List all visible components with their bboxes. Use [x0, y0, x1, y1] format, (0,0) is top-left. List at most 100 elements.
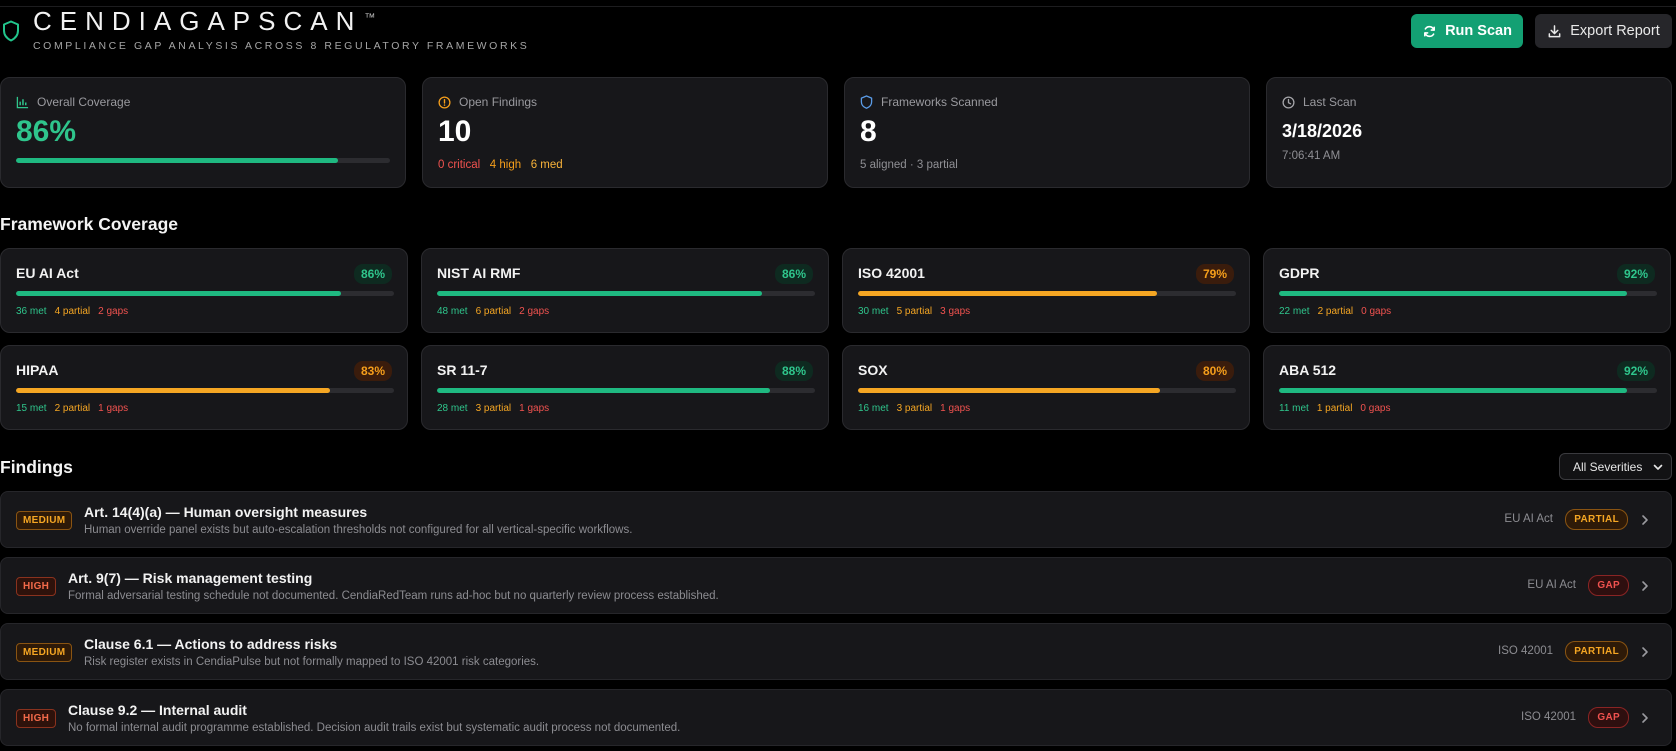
framework-progress-fill — [858, 291, 1157, 296]
severity-badge: MEDIUM — [16, 643, 73, 662]
last-scan-heading: Last Scan — [1282, 95, 1356, 109]
open-findings-heading: Open Findings — [438, 95, 537, 109]
framework-card[interactable]: EU AI Act 86% 36 met 4 partial 2 gaps — [0, 248, 408, 333]
shield-logo-icon — [3, 20, 19, 42]
severity-badge: HIGH — [16, 577, 57, 596]
framework-progress-fill — [437, 388, 770, 393]
frameworks-scanned-value: 8 — [860, 115, 877, 148]
finding-row[interactable]: MEDIUM Clause 6.1 — Actions to address ri… — [0, 623, 1672, 680]
severity-badge: HIGH — [16, 709, 57, 728]
framework-card[interactable]: NIST AI RMF 86% 48 met 6 partial 2 gaps — [421, 248, 829, 333]
open-findings-label: Open Findings — [459, 95, 538, 109]
finding-row[interactable]: MEDIUM Art. 14(4)(a) — Human oversight me… — [0, 491, 1672, 548]
framework-progress-bar — [437, 388, 815, 393]
framework-progress-bar — [858, 388, 1236, 393]
partial-count: 5 partial — [896, 306, 933, 317]
framework-percent-badge: 86% — [353, 264, 392, 284]
framework-percent-badge: 83% — [353, 361, 392, 381]
gaps-count: 2 gaps — [519, 306, 550, 317]
gaps-count: 0 gaps — [1360, 403, 1391, 414]
framework-card[interactable]: SR 11-7 88% 28 met 3 partial 1 gaps — [421, 345, 829, 430]
framework-card[interactable]: HIPAA 83% 15 met 2 partial 1 gaps — [0, 345, 408, 430]
met-count: 16 met — [858, 403, 889, 414]
run-scan-button[interactable]: Run Scan — [1411, 14, 1523, 48]
medium-count: 6 med — [530, 159, 563, 171]
framework-percent-badge: 86% — [774, 264, 813, 284]
app-subtitle: COMPLIANCE GAP ANALYSIS ACROSS 8 REGULAT… — [33, 40, 530, 52]
overall-coverage-bar — [16, 158, 390, 163]
framework-counts: 16 met 3 partial 1 gaps — [858, 403, 970, 414]
framework-progress-bar — [1279, 388, 1657, 393]
framework-card[interactable]: ABA 512 92% 11 met 1 partial 0 gaps — [1263, 345, 1671, 430]
chevron-down-icon — [1653, 464, 1663, 470]
framework-counts: 15 met 2 partial 1 gaps — [16, 403, 128, 414]
met-count: 36 met — [16, 306, 47, 317]
overall-coverage-heading: Overall Coverage — [16, 95, 130, 109]
overall-coverage-label: Overall Coverage — [37, 95, 131, 109]
last-scan-time: 7:06:41 AM — [1282, 150, 1341, 162]
high-count: 4 high — [489, 159, 522, 171]
bar-chart-icon — [16, 96, 29, 108]
last-scan-card: Last Scan 3/18/2026 7:06:41 AM — [1266, 77, 1672, 188]
refresh-icon — [1424, 25, 1436, 37]
finding-status-badge: GAP — [1588, 575, 1629, 596]
finding-description: Risk register exists in CendiaPulse but … — [84, 656, 540, 668]
framework-progress-bar — [1279, 291, 1657, 296]
last-scan-label: Last Scan — [1303, 95, 1357, 109]
finding-title: Art. 14(4)(a) — Human oversight measures — [84, 504, 368, 520]
chevron-right-icon — [1642, 713, 1648, 723]
export-report-button[interactable]: Export Report — [1535, 14, 1672, 48]
gaps-count: 2 gaps — [98, 306, 129, 317]
framework-name: ABA 512 — [1279, 362, 1337, 378]
gaps-count: 1 gaps — [519, 403, 550, 414]
finding-framework: EU AI Act — [1504, 513, 1553, 525]
findings-title: Findings — [0, 457, 73, 477]
finding-description: Formal adversarial testing schedule not … — [68, 590, 719, 602]
framework-counts: 28 met 3 partial 1 gaps — [437, 403, 549, 414]
framework-percent-badge: 92% — [1616, 264, 1655, 284]
finding-status-badge: PARTIAL — [1565, 641, 1628, 662]
open-findings-card: Open Findings 10 0 critical 4 high 6 med — [422, 77, 828, 188]
overall-coverage-card: Overall Coverage 86% — [0, 77, 406, 188]
finding-framework: ISO 42001 — [1521, 711, 1576, 723]
met-count: 48 met — [437, 306, 468, 317]
finding-title: Clause 6.1 — Actions to address risks — [84, 636, 338, 652]
framework-percent-badge: 79% — [1195, 264, 1234, 284]
alert-circle-icon — [438, 95, 451, 109]
finding-row[interactable]: HIGH Art. 9(7) — Risk management testing F… — [0, 557, 1672, 614]
chevron-right-icon — [1642, 515, 1648, 525]
open-findings-value: 10 — [438, 115, 472, 148]
finding-row[interactable]: HIGH Clause 9.2 — Internal audit No formal… — [0, 689, 1672, 746]
framework-counts: 22 met 2 partial 0 gaps — [1279, 306, 1391, 317]
gaps-count: 3 gaps — [940, 306, 971, 317]
framework-progress-bar — [16, 291, 394, 296]
framework-progress-bar — [437, 291, 815, 296]
framework-card[interactable]: GDPR 92% 22 met 2 partial 0 gaps — [1263, 248, 1671, 333]
finding-description: Human override panel exists but auto-esc… — [84, 524, 633, 536]
framework-progress-bar — [16, 388, 394, 393]
shield-icon — [860, 95, 873, 109]
framework-percent-badge: 80% — [1195, 361, 1234, 381]
framework-name: SOX — [858, 362, 888, 378]
framework-name: HIPAA — [16, 362, 59, 378]
app-title: CENDIAGAPSCAN ™ — [33, 6, 376, 37]
findings-severity-breakdown: 0 critical 4 high 6 med — [438, 159, 563, 171]
met-count: 11 met — [1279, 403, 1309, 414]
chevron-right-icon — [1642, 581, 1648, 591]
partial-count: 2 partial — [1317, 306, 1354, 317]
framework-card[interactable]: SOX 80% 16 met 3 partial 1 gaps — [842, 345, 1250, 430]
met-count: 15 met — [16, 403, 47, 414]
partial-count: 4 partial — [54, 306, 91, 317]
met-count: 28 met — [437, 403, 468, 414]
framework-percent-badge: 88% — [774, 361, 813, 381]
download-icon — [1548, 24, 1561, 37]
gaps-count: 0 gaps — [1361, 306, 1392, 317]
frameworks-scanned-label: Frameworks Scanned — [881, 95, 998, 109]
finding-description: No formal internal audit programme estab… — [68, 722, 681, 734]
severity-badge: MEDIUM — [16, 511, 73, 530]
framework-name: NIST AI RMF — [437, 265, 521, 281]
framework-counts: 30 met 5 partial 3 gaps — [858, 306, 970, 317]
severity-filter-value: All Severities — [1573, 459, 1643, 474]
framework-card[interactable]: ISO 42001 79% 30 met 5 partial 3 gaps — [842, 248, 1250, 333]
severity-filter-select[interactable]: All Severities — [1559, 453, 1672, 480]
